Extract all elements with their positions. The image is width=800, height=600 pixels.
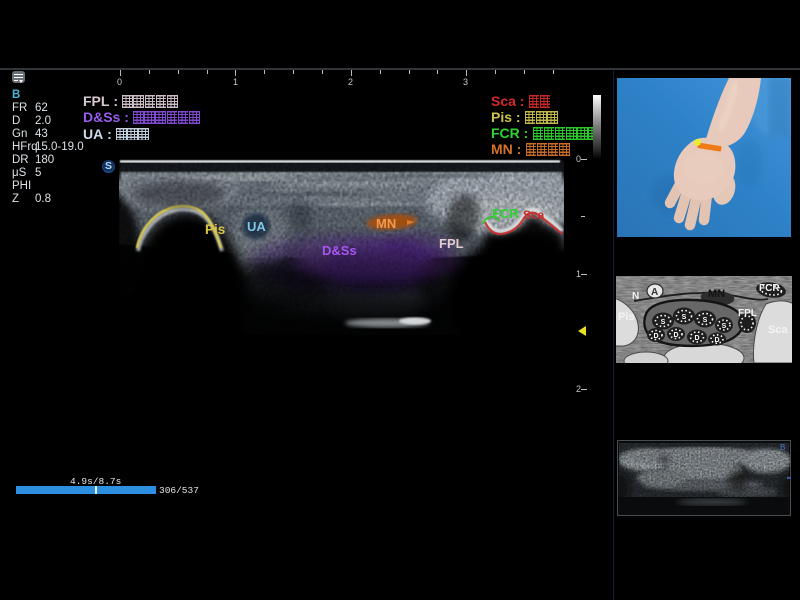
svg-text:D: D: [653, 333, 658, 340]
svg-text:S: S: [682, 314, 687, 321]
svg-text:D: D: [714, 337, 719, 344]
svg-text:B: B: [780, 443, 785, 452]
svg-text:Sca: Sca: [768, 324, 788, 336]
svg-text:FPL: FPL: [738, 308, 757, 319]
svg-text:S: S: [661, 319, 666, 326]
svg-text:N: N: [632, 291, 639, 302]
svg-text:Pis: Pis: [618, 311, 635, 323]
svg-text:S: S: [722, 323, 727, 330]
svg-text:S: S: [703, 317, 708, 324]
svg-text:D: D: [673, 332, 678, 339]
svg-text:A: A: [651, 287, 658, 298]
svg-text:FCR: FCR: [759, 283, 780, 294]
svg-text:MN: MN: [708, 288, 725, 300]
svg-text:D: D: [694, 335, 699, 342]
